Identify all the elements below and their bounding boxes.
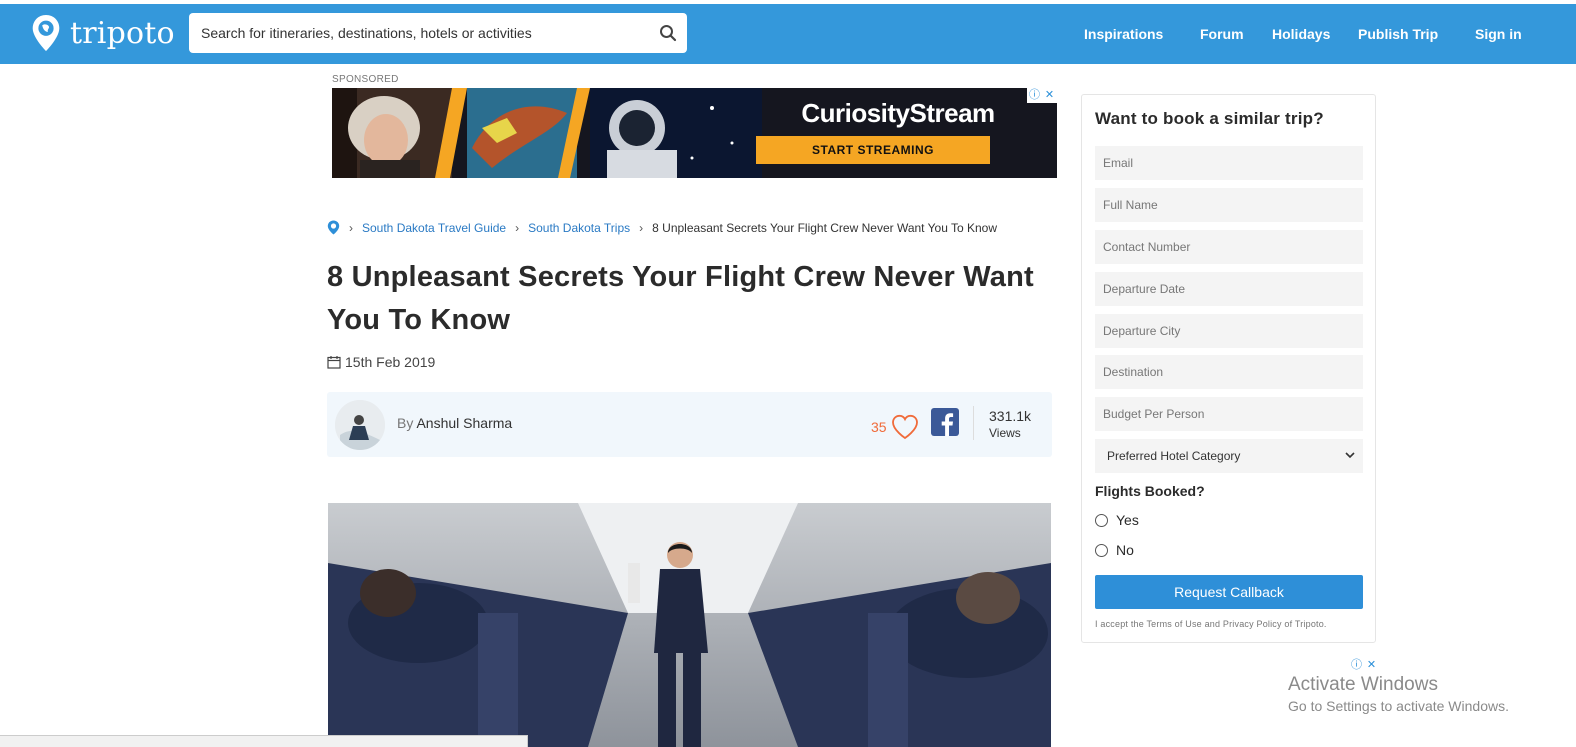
- radio-label: No: [1116, 542, 1134, 558]
- terms-text: I accept the Terms of Use and Privacy Po…: [1095, 619, 1327, 629]
- breadcrumb-current: 8 Unpleasant Secrets Your Flight Crew Ne…: [652, 220, 998, 235]
- author-bar: By Anshul Sharma 35 331.1k Views: [327, 392, 1052, 457]
- booking-form: Want to book a similar trip? Email Full …: [1081, 94, 1376, 643]
- divider: [973, 406, 974, 440]
- chevron-down-icon: [1345, 452, 1355, 459]
- ad-choices-secondary: ⓘ ✕: [1349, 658, 1379, 673]
- activate-title: Activate Windows: [1288, 674, 1438, 695]
- close-icon[interactable]: ✕: [1042, 88, 1057, 103]
- chevron-right-icon: ›: [639, 220, 644, 235]
- hero-image: [328, 503, 1051, 747]
- close-icon[interactable]: ✕: [1364, 658, 1379, 673]
- radio-circle[interactable]: [1095, 513, 1108, 527]
- date-text: 15th Feb 2019: [345, 354, 436, 370]
- article-title: 8 Unpleasant Secrets Your Flight Crew Ne…: [327, 261, 1034, 336]
- author-name[interactable]: Anshul Sharma: [416, 415, 512, 431]
- ad-brand: CuriosityStream: [801, 98, 995, 128]
- like-button[interactable]: 35: [871, 414, 919, 440]
- home-pin-icon[interactable]: [327, 220, 340, 235]
- booking-title: Want to book a similar trip?: [1095, 109, 1324, 128]
- breadcrumb-link[interactable]: South Dakota Trips: [528, 221, 630, 235]
- ad-choices: ⓘ ✕: [1027, 88, 1057, 103]
- heart-icon: [891, 414, 918, 440]
- chevron-right-icon: ›: [349, 220, 353, 235]
- breadcrumb-link[interactable]: South Dakota Travel Guide: [362, 221, 506, 235]
- author-byline: By Anshul Sharma: [397, 415, 512, 431]
- windows-activation-watermark: Activate Windows Go to Settings to activ…: [1288, 674, 1509, 714]
- chevron-right-icon: ›: [515, 220, 520, 235]
- ad-artwork: [332, 88, 762, 178]
- search-icon[interactable]: [659, 24, 677, 42]
- views-count: 331.1k Views: [989, 408, 1031, 440]
- radio-label: Yes: [1116, 512, 1139, 528]
- location-pin-icon: [32, 14, 60, 52]
- search-input[interactable]: [189, 13, 629, 53]
- article-date: 15th Feb 2019: [327, 354, 435, 370]
- info-icon[interactable]: ⓘ: [1027, 88, 1042, 103]
- airplane-cabin-image: [328, 503, 1051, 747]
- ad-start-streaming-button[interactable]: START STREAMING: [756, 136, 990, 164]
- email-field[interactable]: Email: [1095, 146, 1363, 180]
- flights-no-radio[interactable]: No: [1095, 542, 1134, 558]
- views-number: 331.1k: [989, 408, 1032, 424]
- budget-field[interactable]: Budget Per Person: [1095, 397, 1363, 431]
- facebook-share-button[interactable]: [931, 408, 959, 436]
- hotel-category-select[interactable]: Preferred Hotel Category: [1095, 439, 1363, 473]
- facebook-icon: [941, 413, 954, 436]
- calendar-icon: [327, 356, 341, 369]
- departure-date-field[interactable]: Departure Date: [1095, 272, 1363, 306]
- nav-forum[interactable]: Forum: [1200, 26, 1244, 42]
- like-count: 35: [871, 419, 887, 435]
- nav-inspirations[interactable]: Inspirations: [1084, 26, 1163, 42]
- brand-name: tripoto: [70, 15, 175, 51]
- destination-field[interactable]: Destination: [1095, 355, 1363, 389]
- nav-sign-in[interactable]: Sign in: [1475, 26, 1522, 42]
- departure-city-field[interactable]: Departure City: [1095, 314, 1363, 348]
- site-logo[interactable]: tripoto: [30, 14, 175, 52]
- by-label: By: [397, 415, 414, 431]
- banner-ad[interactable]: CuriosityStream START STREAMING ⓘ ✕: [332, 88, 1057, 178]
- nav-publish-trip[interactable]: Publish Trip: [1358, 26, 1438, 42]
- request-callback-button[interactable]: Request Callback: [1095, 575, 1363, 609]
- breadcrumb: › South Dakota Travel Guide › South Dako…: [327, 220, 997, 235]
- radio-circle[interactable]: [1095, 543, 1108, 557]
- avatar-image: [335, 400, 385, 450]
- contact-number-field[interactable]: Contact Number: [1095, 230, 1363, 264]
- views-label: Views: [989, 426, 1021, 440]
- flights-booked-label: Flights Booked?: [1095, 483, 1205, 499]
- sponsored-label: SPONSORED: [332, 74, 399, 85]
- nav-holidays[interactable]: Holidays: [1272, 26, 1330, 42]
- full-name-field[interactable]: Full Name: [1095, 188, 1363, 222]
- browser-status-bar: [0, 735, 528, 747]
- search-box: [189, 13, 687, 53]
- activate-subtitle: Go to Settings to activate Windows.: [1288, 698, 1509, 714]
- hotel-category-value: Preferred Hotel Category: [1107, 449, 1241, 463]
- avatar[interactable]: [335, 400, 385, 450]
- site-header: tripoto Inspirations Forum Holidays Publ…: [0, 4, 1576, 64]
- flights-yes-radio[interactable]: Yes: [1095, 512, 1139, 528]
- info-icon[interactable]: ⓘ: [1349, 658, 1364, 673]
